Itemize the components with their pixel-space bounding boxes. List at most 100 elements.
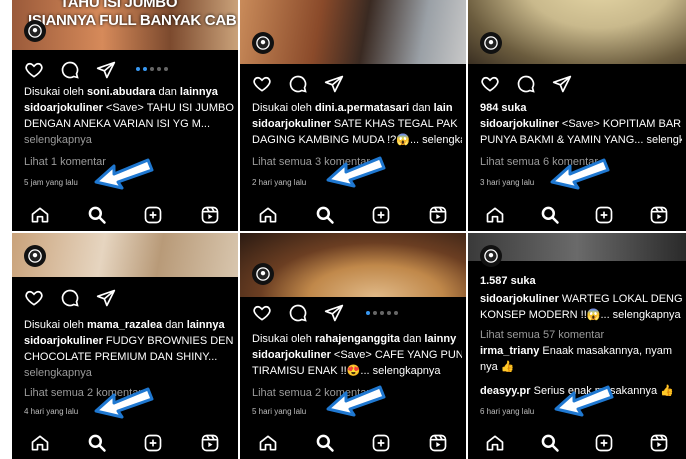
liked-by-text: Disukai oleh mama_razalea dan lainnya <box>24 317 234 333</box>
reels-icon[interactable] <box>649 433 669 453</box>
comment-username[interactable]: deasyy.pr <box>480 385 531 397</box>
liked-by-user[interactable]: dini.a.permatasari <box>315 102 409 114</box>
avatar-icon[interactable] <box>252 32 274 54</box>
caption-line-1: sidoarjokuliner FUDGY BROWNIES DEN <box>24 333 234 349</box>
search-icon[interactable] <box>315 205 335 225</box>
like-count[interactable]: 984 suka <box>480 100 682 116</box>
add-post-icon[interactable] <box>143 433 163 453</box>
post-panel-2: Disukai oleh dini.a.permatasari dan lain… <box>240 0 466 231</box>
caption-text: FUDGY BROWNIES DEN <box>102 335 234 347</box>
caption-line-1: sidoarjokuliner <Save> TAHU ISI JUMBO <box>24 100 234 116</box>
comment-icon[interactable] <box>516 74 536 94</box>
search-icon[interactable] <box>540 205 560 225</box>
reels-icon[interactable] <box>200 433 220 453</box>
caption-username[interactable]: sidoarjokuliner <box>24 102 103 114</box>
post-actions <box>24 60 116 80</box>
liked-by-user[interactable]: mama_razalea <box>87 319 162 331</box>
liked-by-others[interactable]: lainnya <box>180 86 218 98</box>
comment-username[interactable]: irma_triany <box>480 345 539 357</box>
post-photo[interactable] <box>240 233 466 297</box>
add-post-icon[interactable] <box>594 433 614 453</box>
heart-icon[interactable] <box>480 74 500 94</box>
reels-icon[interactable] <box>200 205 220 225</box>
home-icon[interactable] <box>485 433 505 453</box>
share-icon[interactable] <box>324 74 344 94</box>
home-icon[interactable] <box>485 205 505 225</box>
caption-text: <Save> TAHU ISI JUMBO <box>102 102 234 114</box>
liked-by-text: Disukai oleh dini.a.permatasari dan lain <box>252 100 462 116</box>
heart-icon[interactable] <box>24 60 44 80</box>
more-link[interactable]: selengkapnya <box>24 365 234 381</box>
bottom-nav <box>240 199 466 231</box>
add-post-icon[interactable] <box>594 205 614 225</box>
view-comments-link[interactable]: Lihat semua 57 komentar <box>480 327 682 343</box>
heart-icon[interactable] <box>252 303 272 323</box>
caption-username[interactable]: sidoarjokuliner <box>252 349 331 361</box>
post-photo[interactable] <box>240 0 466 64</box>
home-icon[interactable] <box>258 205 278 225</box>
post-panel-1: TAHU ISI JUMBO ISIANNYA FULL BANYAK CAB … <box>12 0 238 231</box>
comment-icon[interactable] <box>60 60 80 80</box>
comment-icon[interactable] <box>288 74 308 94</box>
liked-by-others[interactable]: lain <box>434 102 453 114</box>
carousel-dots <box>136 67 168 71</box>
heart-icon[interactable] <box>252 74 272 94</box>
caption-line-2: DAGING KAMBING MUDA !?😱... selengkapnya <box>252 134 462 146</box>
home-icon[interactable] <box>258 433 278 453</box>
share-icon[interactable] <box>96 288 116 308</box>
add-post-icon[interactable] <box>143 205 163 225</box>
caption-username[interactable]: sidoarjokuliner <box>480 118 559 130</box>
caption-line-1: sidoarjokuliner SATE KHAS TEGAL PAK <box>252 116 462 132</box>
search-icon[interactable] <box>87 205 107 225</box>
bottom-nav <box>468 427 686 459</box>
liked-by-prefix: Disukai oleh <box>252 333 315 345</box>
caption-text: SATE KHAS TEGAL PAK <box>330 118 458 130</box>
avatar-icon[interactable] <box>480 245 502 267</box>
comment-icon[interactable] <box>288 303 308 323</box>
reels-icon[interactable] <box>428 205 448 225</box>
liked-by-others[interactable]: lainny <box>424 333 456 345</box>
caption-line-1: sidoarjokuliner <Save> KOPITIAM BAR <box>480 116 682 132</box>
like-count[interactable]: 1.587 suka <box>480 273 682 289</box>
caption-line-2: PUNYA BAKMI & YAMIN YANG... selengkapnya <box>480 134 682 146</box>
search-icon[interactable] <box>315 433 335 453</box>
reels-icon[interactable] <box>649 205 669 225</box>
bottom-nav <box>12 427 238 459</box>
liked-by-user[interactable]: soni.abudara <box>87 86 155 98</box>
liked-by-text: Disukai oleh soni.abudara dan lainnya <box>24 84 234 100</box>
caption-username[interactable]: sidoarjokuliner <box>252 118 331 130</box>
comment-icon[interactable] <box>60 288 80 308</box>
post-photo[interactable] <box>468 0 686 64</box>
home-icon[interactable] <box>30 433 50 453</box>
avatar-icon[interactable] <box>480 32 502 54</box>
bottom-nav <box>12 199 238 231</box>
liked-by-others[interactable]: lainnya <box>187 319 225 331</box>
heart-icon[interactable] <box>24 288 44 308</box>
liked-by-prefix: Disukai oleh <box>24 86 87 98</box>
avatar-icon[interactable] <box>252 263 274 285</box>
liked-by-user[interactable]: rahajenganggita <box>315 333 400 345</box>
more-link[interactable]: selengkapnya <box>24 132 234 148</box>
search-icon[interactable] <box>87 433 107 453</box>
reels-icon[interactable] <box>428 433 448 453</box>
avatar-icon[interactable] <box>24 20 46 42</box>
liked-by-suffix: dan <box>155 86 180 98</box>
caption-text: <Save> CAFE YANG PUN <box>330 349 462 361</box>
share-icon[interactable] <box>552 74 572 94</box>
share-icon[interactable] <box>324 303 344 323</box>
post-panel-4: Disukai oleh mama_razalea dan lainnya si… <box>12 233 238 459</box>
home-icon[interactable] <box>30 205 50 225</box>
caption-username[interactable]: sidoarjokuliner <box>480 293 559 305</box>
liked-by-text: Disukai oleh rahajenganggita dan lainny <box>252 331 462 347</box>
comment-text: Enaak masakannya, nyam <box>539 345 672 357</box>
photo-caption-line-2: ISIANNYA FULL BANYAK CAB <box>28 12 237 29</box>
arrow-pointer <box>326 156 386 188</box>
photo-caption-line-1: TAHU ISI JUMBO <box>60 0 178 11</box>
caption-username[interactable]: sidoarjokuliner <box>24 335 103 347</box>
post-panel-3: 984 suka sidoarjokuliner <Save> KOPITIAM… <box>468 0 686 231</box>
share-icon[interactable] <box>96 60 116 80</box>
avatar-icon[interactable] <box>24 245 46 267</box>
add-post-icon[interactable] <box>371 205 391 225</box>
add-post-icon[interactable] <box>371 433 391 453</box>
search-icon[interactable] <box>540 433 560 453</box>
